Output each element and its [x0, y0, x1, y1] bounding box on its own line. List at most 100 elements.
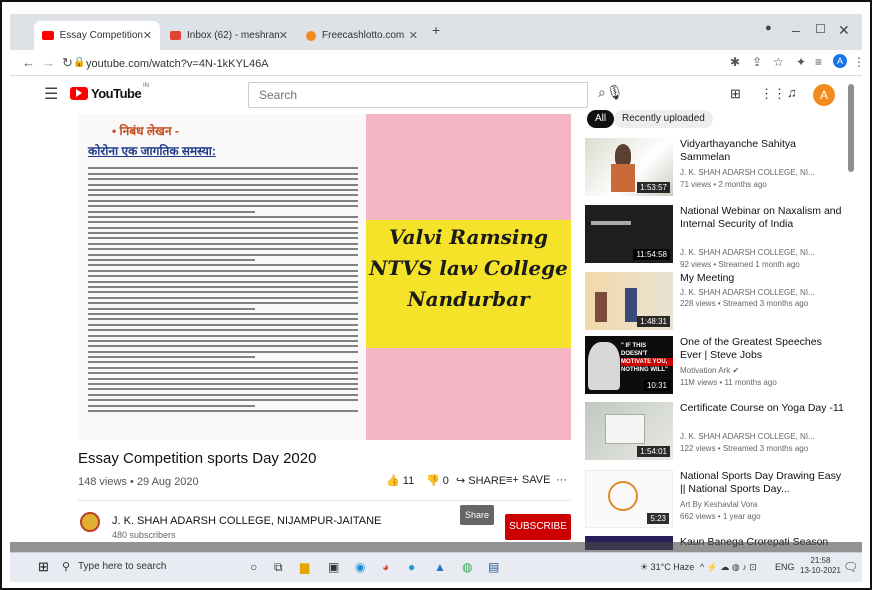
like-button[interactable]: 👍 11: [386, 474, 414, 487]
chip-all[interactable]: All: [587, 110, 615, 128]
menu-kebab-icon[interactable]: ⋮: [853, 55, 865, 69]
recommendation-channel[interactable]: Art By Keshavlal Vora: [680, 500, 757, 509]
youtube-wordmark[interactable]: YouTube: [91, 86, 142, 101]
subscribe-button[interactable]: SUBSCRIBE: [505, 514, 571, 540]
close-tab-icon[interactable]: ✕: [143, 29, 152, 42]
apps-grid-icon[interactable]: ⋮⋮: [760, 86, 786, 102]
dislike-button[interactable]: 👎 0: [426, 474, 449, 487]
taskbar-search-icon[interactable]: ⚲: [62, 560, 70, 573]
recommendation-title[interactable]: My Meeting: [680, 272, 845, 285]
video-thumbnail[interactable]: 5:23: [585, 470, 673, 528]
save-button[interactable]: ≡+ SAVE: [506, 474, 550, 486]
notifications-bell-icon[interactable]: ♫: [787, 85, 797, 100]
recommendation-channel[interactable]: J. K. SHAH ADARSH COLLEGE, NI...: [680, 288, 815, 297]
search-input[interactable]: [248, 82, 588, 108]
share-page-icon[interactable]: ⇪: [752, 55, 762, 69]
chip-recently-uploaded[interactable]: Recently uploaded: [614, 110, 713, 128]
speaker-portrait: [588, 342, 620, 390]
tab-essay-competition[interactable]: Essay Competition sports Da ✕: [34, 21, 160, 50]
close-tab-icon[interactable]: ✕: [409, 29, 418, 42]
back-icon[interactable]: ←: [22, 55, 35, 70]
cortana-icon[interactable]: ○: [250, 560, 257, 574]
new-tab-icon[interactable]: +: [432, 22, 440, 38]
essay-text-line: [88, 172, 358, 175]
account-avatar[interactable]: A: [813, 84, 835, 106]
lock-icon[interactable]: 🔒: [73, 57, 85, 68]
recommendation-item[interactable]: 5:23 National Sports Day Drawing Easy ||…: [585, 470, 847, 542]
task-view-icon[interactable]: ⧉: [274, 560, 283, 575]
video-thumbnail[interactable]: 1:54:01: [585, 402, 673, 460]
windows-start-icon[interactable]: ⊞: [38, 559, 49, 575]
minimize-icon[interactable]: –: [792, 22, 800, 38]
recommendation-item[interactable]: " IF THIS DOESN'T MOTIVATE YOU, NOTHING …: [585, 336, 847, 408]
create-video-icon[interactable]: ⊞: [730, 86, 741, 102]
dislike-count: 0: [442, 475, 449, 487]
bookmark-star-icon[interactable]: ☆: [773, 55, 784, 69]
reload-icon[interactable]: ↻: [62, 55, 73, 71]
youtube-favicon-icon: [42, 31, 54, 40]
file-explorer-icon[interactable]: ▆: [300, 560, 309, 574]
profile-avatar[interactable]: A: [833, 54, 847, 68]
forward-icon[interactable]: →: [42, 55, 55, 70]
tab-freecashlotto[interactable]: Freecashlotto.com ✕: [298, 21, 426, 50]
close-window-icon[interactable]: ✕: [838, 22, 850, 39]
share-label: SHARE: [468, 475, 507, 487]
recommendation-channel[interactable]: Motivation Ark ✔: [680, 366, 739, 375]
recommendation-title[interactable]: National Webinar on Naxalism and Interna…: [680, 205, 845, 231]
video-thumbnail[interactable]: " IF THIS DOESN'T MOTIVATE YOU, NOTHING …: [585, 336, 673, 394]
mail-icon[interactable]: ▲: [434, 560, 446, 574]
search-icon[interactable]: ⌕: [598, 84, 606, 101]
recommendation-item[interactable]: 1:53:57 Vidyarthayanche Sahitya Sammelan…: [585, 138, 847, 210]
word-icon[interactable]: ▤: [488, 560, 499, 574]
microphone-icon[interactable]: 🎙: [606, 84, 624, 101]
chrome-icon[interactable]: ◍: [462, 560, 472, 574]
channel-name[interactable]: J. K. SHAH ADARSH COLLEGE, NIJAMPUR-JAIT…: [112, 515, 381, 527]
video-duration: 11:54:58: [633, 249, 670, 260]
essay-text-line: [88, 194, 358, 197]
recommendation-item[interactable]: 1:54:01 Certificate Course on Yoga Day -…: [585, 402, 847, 474]
taskbar-search-box[interactable]: Type here to search: [78, 557, 250, 577]
freecash-favicon-icon: [306, 30, 316, 41]
recommendation-title[interactable]: Vidyarthayanche Sahitya Sammelan: [680, 138, 845, 164]
video-thumbnail[interactable]: 1:48:31: [585, 272, 673, 330]
more-actions-icon[interactable]: ···: [556, 474, 567, 486]
reading-list-icon[interactable]: ≡: [815, 55, 822, 69]
maximize-icon[interactable]: ☐: [815, 22, 826, 36]
address-bar[interactable]: youtube.com/watch?v=4N-1kKYL46A: [86, 58, 269, 70]
video-thumbnail[interactable]: 1:53:57: [585, 138, 673, 196]
extensions-puzzle-icon[interactable]: ✦: [796, 55, 806, 69]
system-clock[interactable]: 21:58 13-10-2021: [800, 556, 841, 576]
extension-icon[interactable]: ✱: [730, 55, 740, 69]
hamburger-menu-icon[interactable]: ☰: [44, 84, 58, 104]
video-player[interactable]: • निबंध लेखन - कोरोना एक जागतिक समस्या: …: [78, 114, 571, 440]
weather-icon: ☀: [640, 562, 649, 572]
recommendation-channel[interactable]: J. K. SHAH ADARSH COLLEGE, NI...: [680, 168, 815, 177]
essay-text-line: [88, 178, 358, 181]
essay-text-line: [88, 275, 358, 278]
video-thumbnail[interactable]: 11:54:58: [585, 205, 673, 263]
tab-inbox[interactable]: Inbox (62) - meshram81@gmail.c ✕: [162, 21, 296, 50]
yoga-figure: [625, 288, 637, 322]
recommendation-item[interactable]: 1:48:31 My Meeting J. K. SHAH ADARSH COL…: [585, 272, 847, 344]
edge-icon[interactable]: ◉: [355, 560, 365, 574]
recommendation-title[interactable]: National Sports Day Drawing Easy || Nati…: [680, 470, 845, 496]
notification-center-icon[interactable]: 🗨: [843, 560, 858, 574]
store-icon[interactable]: ▣: [328, 560, 339, 574]
page-scrollbar-thumb[interactable]: [848, 84, 854, 172]
share-button[interactable]: ↪ SHARE: [456, 474, 506, 487]
app-icon[interactable]: ●: [408, 560, 415, 574]
recommendation-channel[interactable]: J. K. SHAH ADARSH COLLEGE, NI...: [680, 248, 815, 257]
weather-widget[interactable]: ☀ 31°C Haze: [640, 562, 694, 573]
system-tray-icons[interactable]: ^ ⚡ ☁ ◍ ♪ ⊡: [700, 562, 757, 573]
firefox-icon[interactable]: ◕: [382, 560, 389, 574]
essay-heading: • निबंध लेखन -: [112, 124, 179, 138]
recommendation-item[interactable]: 11:54:58 National Webinar on Naxalism an…: [585, 205, 847, 277]
recommendation-channel[interactable]: J. K. SHAH ADARSH COLLEGE, NI...: [680, 432, 815, 441]
recommendation-title[interactable]: Certificate Course on Yoga Day -11: [680, 402, 845, 415]
close-tab-icon[interactable]: ✕: [279, 29, 288, 42]
recommendation-title[interactable]: One of the Greatest Speeches Ever | Stev…: [680, 336, 845, 362]
essay-text-line: [88, 188, 358, 191]
input-language[interactable]: ENG: [775, 562, 795, 572]
profile-circle-icon[interactable]: ●: [765, 22, 772, 34]
channel-avatar[interactable]: [80, 512, 100, 532]
